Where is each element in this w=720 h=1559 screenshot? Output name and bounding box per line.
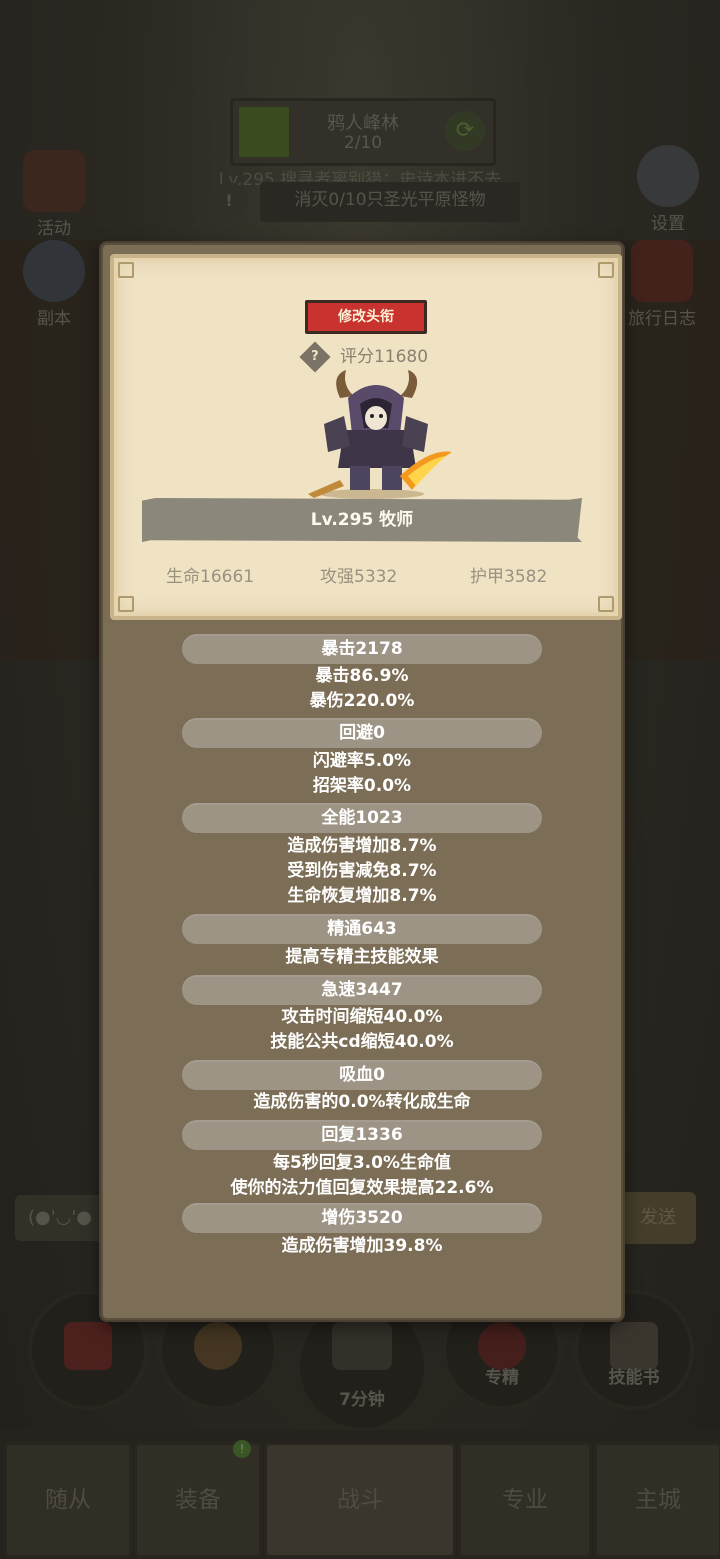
character-card: 修改头衔 ?评分11680 Lv.295 牧师 生命16661 攻强5332 xyxy=(110,254,622,620)
regen-header: 回复1336 xyxy=(182,1120,542,1150)
crit-rate: 暴击86.9% xyxy=(315,666,409,686)
hp-stat: 生命16661 xyxy=(166,567,255,587)
attack-stat: 攻强5332 xyxy=(320,567,398,587)
card-corner xyxy=(118,596,134,612)
haste-gcd: 技能公共cd缩短40.0% xyxy=(270,1032,454,1052)
haste-header: 急速3447 xyxy=(182,975,542,1005)
versatility-damage: 造成伤害增加8.7% xyxy=(287,836,437,856)
lifesteal-effect: 造成伤害的0.0%转化成生命 xyxy=(253,1092,471,1112)
mastery-header: 精通643 xyxy=(182,914,542,944)
dodge-rate: 闪避率5.0% xyxy=(312,751,412,771)
avoid-header: 回避0 xyxy=(182,718,542,748)
score-value: 评分11680 xyxy=(339,347,429,367)
crit-header: 暴击2178 xyxy=(182,634,542,664)
damage-bonus-effect: 造成伤害增加39.8% xyxy=(281,1236,443,1256)
character-stats-panel: 修改头衔 ?评分11680 Lv.295 牧师 生命16661 攻强5332 xyxy=(101,243,623,1320)
versatility-header: 全能1023 xyxy=(182,803,542,833)
crit-damage: 暴伤220.0% xyxy=(309,691,415,711)
lifesteal-header: 吸血0 xyxy=(182,1060,542,1090)
mastery-effect: 提高专精主技能效果 xyxy=(285,947,439,967)
armor-stat: 护甲3582 xyxy=(470,567,548,587)
regen-hp: 每5秒回复3.0%生命值 xyxy=(273,1153,451,1173)
character-avatar xyxy=(308,370,452,499)
card-corner xyxy=(118,262,134,278)
card-corner xyxy=(598,262,614,278)
card-corner xyxy=(598,596,614,612)
versatility-reduction: 受到伤害减免8.7% xyxy=(287,861,437,881)
regen-mana: 使你的法力值回复效果提高22.6% xyxy=(230,1178,494,1198)
change-title-button[interactable]: 修改头衔 xyxy=(305,300,427,334)
haste-attack-time: 攻击时间缩短40.0% xyxy=(281,1007,443,1027)
level-class-banner: Lv.295 牧师 xyxy=(142,498,582,542)
damage-bonus-header: 增伤3520 xyxy=(182,1203,542,1233)
score-row: ? 评分11680 xyxy=(114,341,618,373)
parry-rate: 招架率0.0% xyxy=(312,776,412,796)
versatility-healing: 生命恢复增加8.7% xyxy=(287,886,437,906)
base-stats-row: 生命16661 攻强5332 护甲3582 xyxy=(114,562,618,592)
